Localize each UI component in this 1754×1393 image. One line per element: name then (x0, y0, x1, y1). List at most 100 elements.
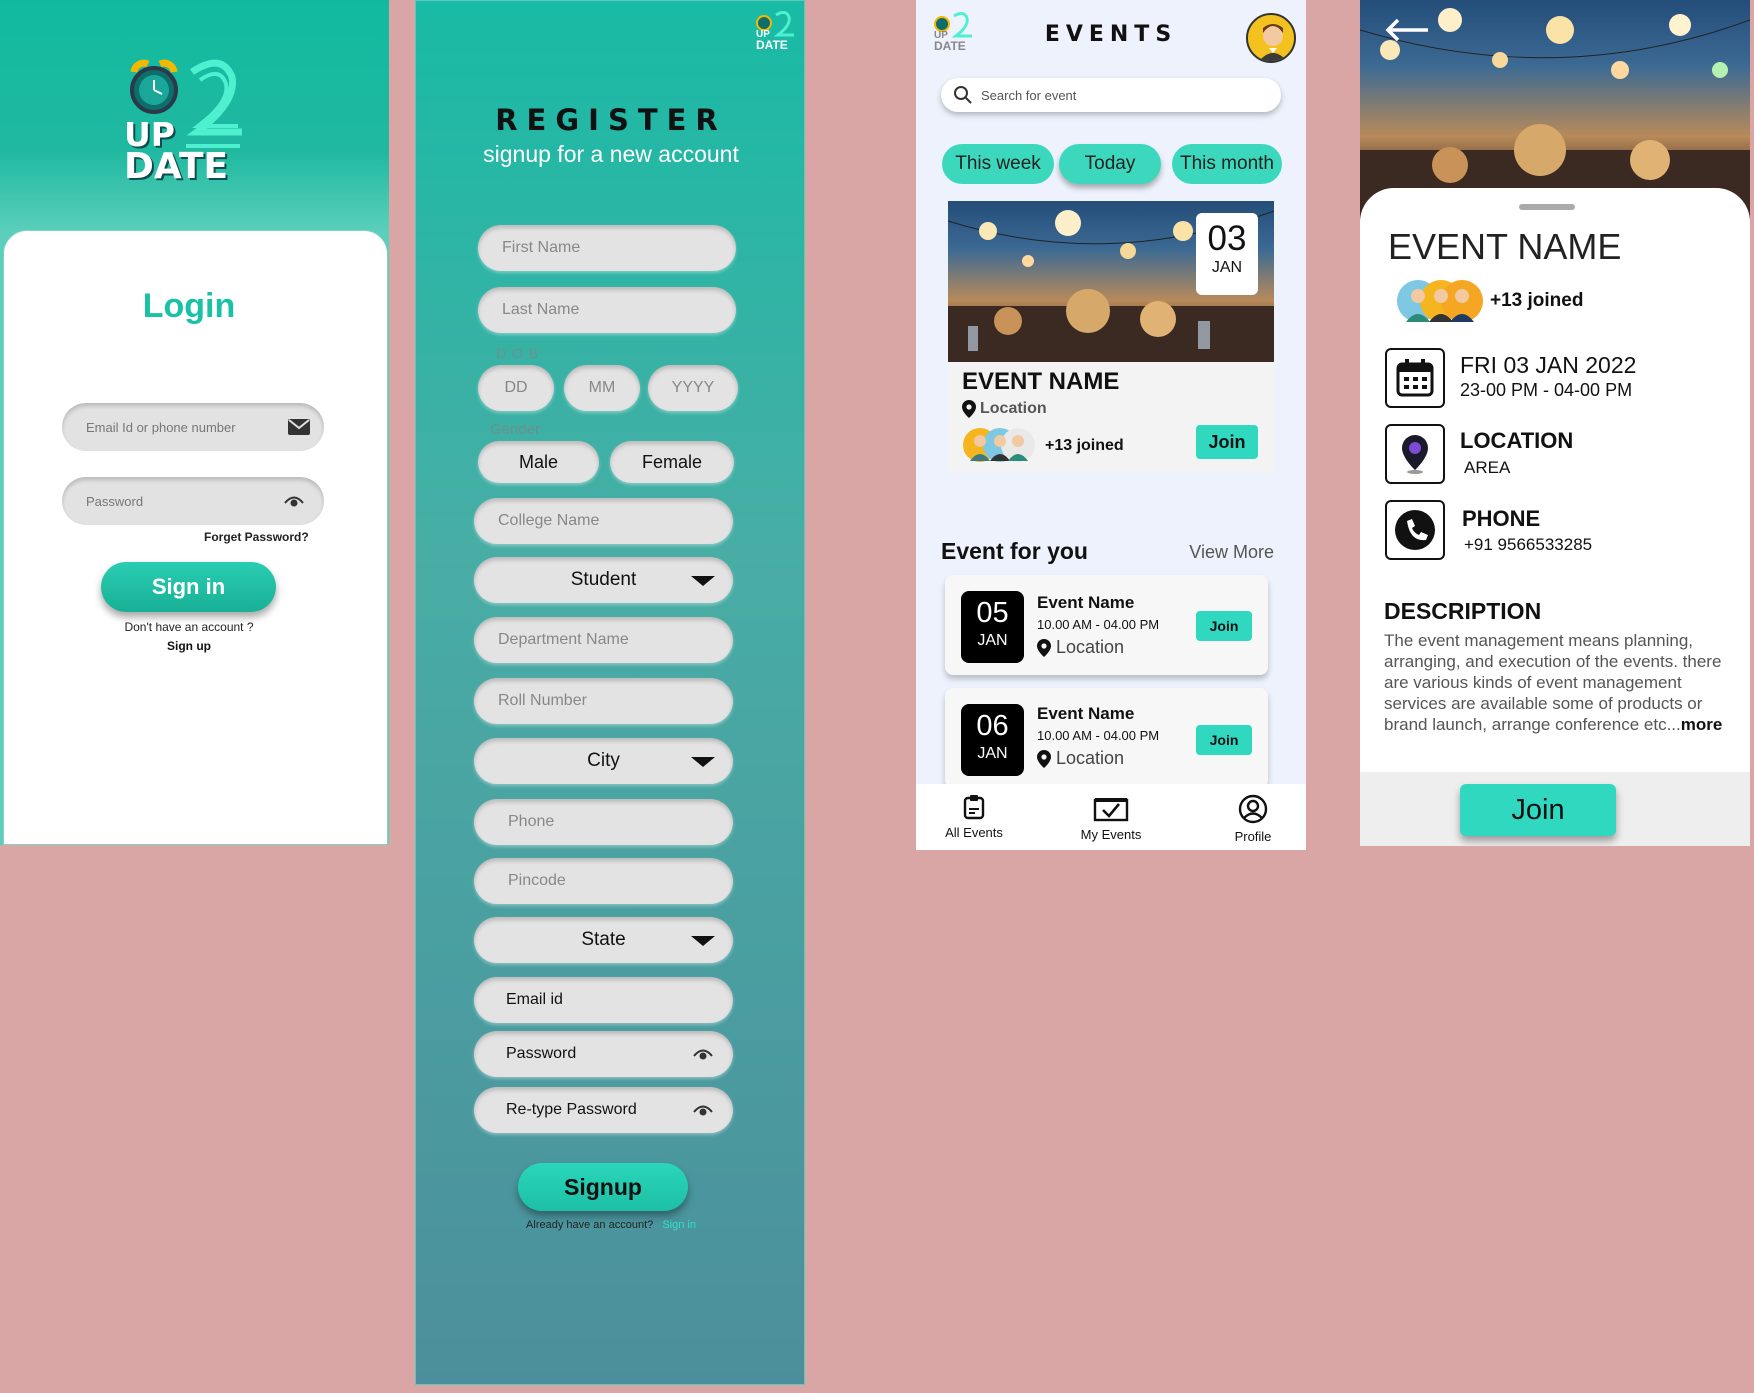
sign-up-link[interactable]: Sign up (4, 639, 374, 653)
pincode-placeholder: Pincode (508, 872, 566, 889)
college-name-input[interactable]: College Name (474, 498, 733, 544)
gender-label: Gender (490, 421, 541, 438)
filter-this-week[interactable]: This week (942, 144, 1054, 184)
section-title: Event for you (941, 538, 1088, 564)
back-arrow-icon[interactable] (1384, 18, 1430, 42)
location-pin-icon (1037, 749, 1051, 768)
user-avatar-icon (1259, 24, 1287, 61)
password-input[interactable]: Password (62, 477, 324, 525)
phone-input[interactable]: Phone (474, 799, 733, 845)
event-date-badge: 05 JAN (961, 591, 1024, 663)
login-title: Login (142, 287, 236, 325)
search-icon (954, 86, 972, 104)
gender-male-label: Male (518, 451, 558, 472)
filter-this-month[interactable]: This month (1172, 144, 1282, 184)
retype-password-input[interactable]: Re-type Password (474, 1087, 733, 1133)
phone-value[interactable]: +91 9566533285 (1464, 535, 1592, 555)
eye-icon[interactable] (693, 1103, 713, 1117)
register-subtitle: signup for a new account (483, 141, 739, 167)
event-join-button[interactable]: Join (1196, 725, 1252, 755)
dob-month-input[interactable]: MM (564, 365, 640, 411)
forget-password-link[interactable]: Forget Password? (204, 530, 309, 544)
join-button[interactable]: Join (1460, 784, 1616, 836)
dob-year-input[interactable]: YYYY (648, 365, 738, 411)
drag-handle[interactable] (1519, 204, 1575, 210)
description-title: DESCRIPTION (1384, 598, 1542, 624)
phone-placeholder: Phone (508, 813, 555, 830)
event-name: Event Name (1037, 704, 1135, 723)
department-name-input[interactable]: Department Name (474, 617, 733, 663)
avatar[interactable] (1246, 13, 1296, 63)
event-location: Location (1056, 637, 1125, 657)
password-placeholder: Password (506, 1045, 577, 1062)
gender-male-option[interactable]: Male (478, 441, 599, 483)
dob-day-input[interactable]: DD (478, 365, 554, 411)
event-list-item[interactable]: 06 JAN Event Name 10.00 AM - 04.00 PM Lo… (945, 688, 1268, 788)
search-bar[interactable]: Search for event (941, 78, 1281, 112)
event-location-row: Location (1037, 748, 1124, 769)
email-input[interactable]: Email Id or phone number (62, 403, 324, 451)
event-list-item[interactable]: 05 JAN Event Name 10.00 AM - 04.00 PM Lo… (945, 575, 1268, 675)
email-input[interactable]: Email id (474, 977, 733, 1023)
last-name-input[interactable]: Last Name (478, 287, 736, 333)
description-body: The event management means planning, arr… (1384, 630, 1734, 735)
gender-female-option[interactable]: Female (610, 441, 734, 483)
logo-date: DATE (124, 146, 229, 187)
pincode-input[interactable]: Pincode (474, 858, 733, 904)
password-placeholder: Password (86, 493, 144, 509)
featured-event-card[interactable]: 03 JAN EVENT NAME Location +13 joined Jo… (948, 201, 1274, 473)
phone-icon-box[interactable] (1385, 500, 1445, 560)
retype-password-placeholder: Re-type Password (506, 1101, 637, 1118)
signup-button[interactable]: Signup (518, 1163, 688, 1211)
join-bar: Join (1360, 772, 1750, 846)
dob-day-placeholder: DD (504, 379, 528, 396)
mail-icon (288, 419, 310, 435)
details-sheet: EVENT NAME +13 joined FRI 03 JAN 2022 23… (1360, 188, 1750, 846)
event-date-badge: 06 JAN (961, 704, 1024, 776)
location-pin-icon (962, 400, 976, 418)
location-value: AREA (1464, 458, 1511, 477)
nav-all-events[interactable]: All Events (934, 794, 1014, 840)
events-screen: UP DATE EVENTS Search for event This wee… (916, 0, 1306, 850)
event-date-month: JAN (977, 745, 1008, 762)
featured-join-button[interactable]: Join (1196, 425, 1258, 459)
description-more-link[interactable]: more (1681, 715, 1723, 734)
sign-in-button[interactable]: Sign in (101, 562, 276, 612)
view-more-link[interactable]: View More (1189, 542, 1274, 563)
eye-icon[interactable] (693, 1047, 713, 1061)
app-logo: UP DATE (122, 50, 262, 190)
event-time: 10.00 AM - 04.00 PM (1037, 617, 1160, 632)
featured-date-day: 03 (1207, 219, 1247, 258)
search-placeholder: Search for event (981, 87, 1077, 103)
nav-profile-label: Profile (1234, 829, 1272, 844)
calendar-icon (1396, 359, 1434, 397)
sign-in-link[interactable]: Sign in (662, 1219, 696, 1231)
clipboard-icon (963, 795, 985, 820)
eye-icon[interactable] (284, 494, 304, 508)
login-card: Login Email Id or phone number Password … (3, 230, 388, 845)
state-select[interactable]: State (474, 917, 733, 963)
event-hero-photo (1360, 0, 1750, 220)
password-input[interactable]: Password (474, 1031, 733, 1077)
featured-joined-count: +13 joined (1045, 437, 1124, 454)
event-join-button[interactable]: Join (1196, 611, 1252, 641)
description-text: The event management means planning, arr… (1384, 631, 1722, 734)
nav-all-events-label: All Events (945, 825, 1003, 840)
first-name-input[interactable]: First Name (478, 225, 736, 271)
event-time: 10.00 AM - 04.00 PM (1037, 728, 1160, 743)
location-pin-icon (1402, 435, 1428, 474)
city-select[interactable]: City (474, 738, 733, 784)
event-details-screen: EVENT NAME +13 joined FRI 03 JAN 2022 23… (1360, 0, 1750, 846)
roll-number-input[interactable]: Roll Number (474, 678, 733, 724)
college-name-placeholder: College Name (498, 512, 600, 529)
department-name-placeholder: Department Name (498, 631, 629, 648)
featured-date-badge: 03 JAN (1196, 213, 1258, 295)
phone-label: PHONE (1462, 506, 1541, 531)
nav-profile[interactable]: Profile (1218, 794, 1288, 844)
role-select[interactable]: Student (474, 557, 733, 603)
event-name: Event Name (1037, 593, 1135, 612)
filter-today[interactable]: Today (1059, 144, 1161, 184)
event-date-day: 06 (976, 710, 1009, 742)
nav-my-events[interactable]: My Events (1068, 796, 1154, 842)
attendee-avatars (1396, 278, 1486, 324)
